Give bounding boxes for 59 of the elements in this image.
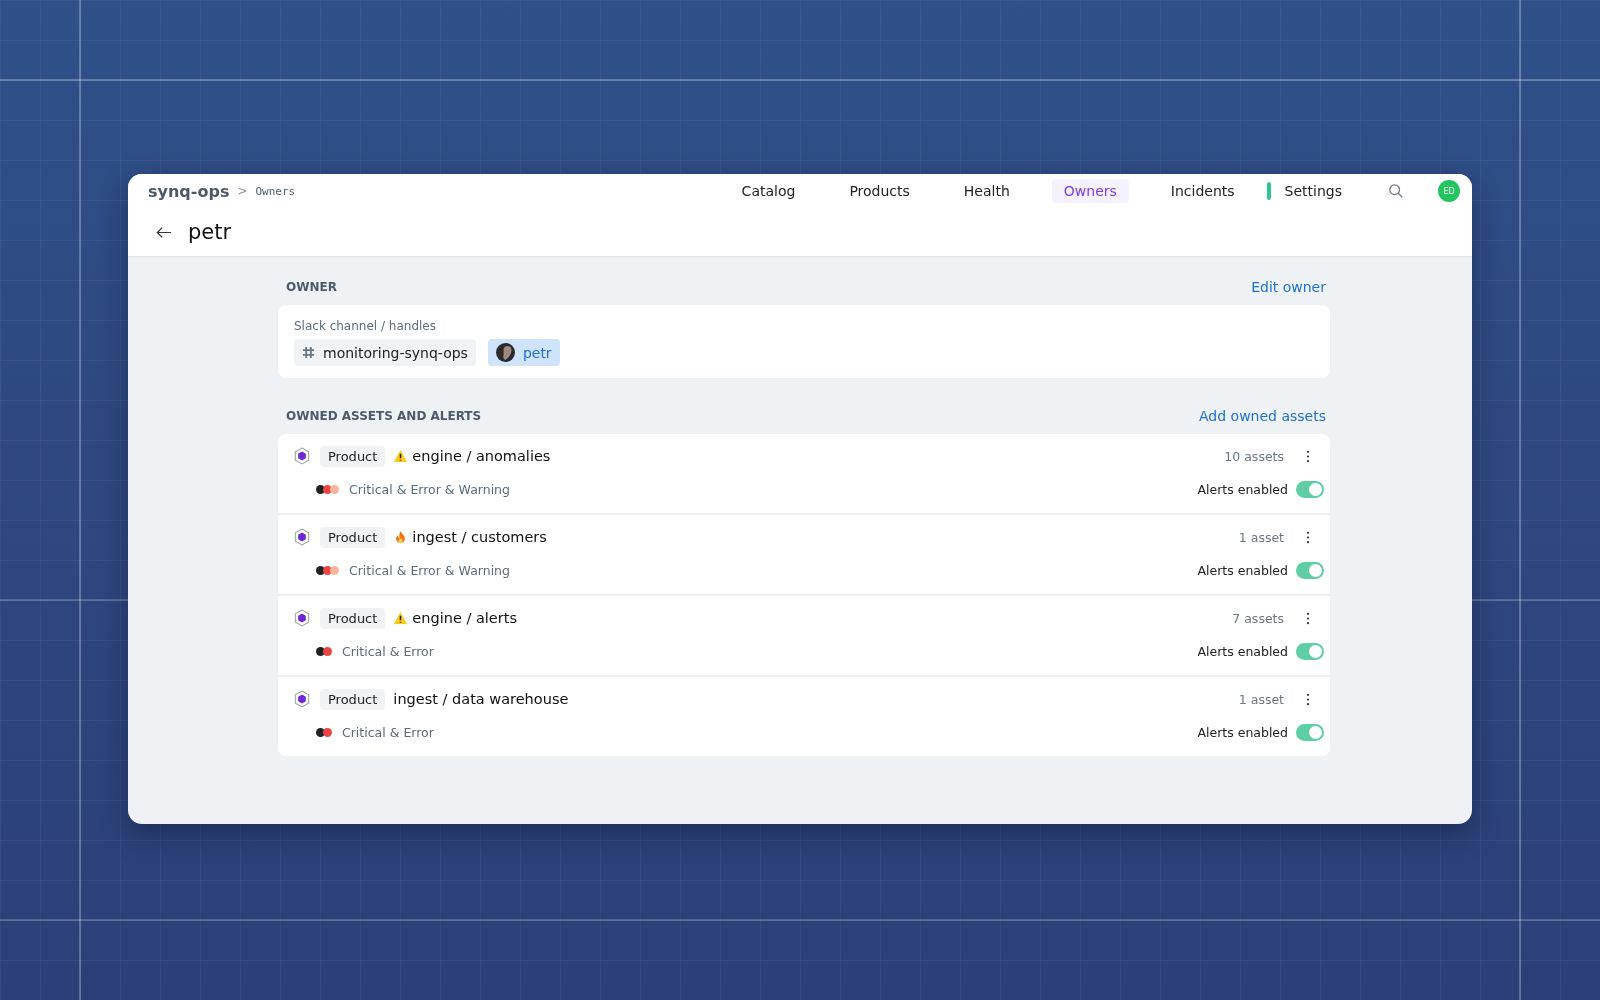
handle-chip[interactable]: monitoring-synq-ops [294, 339, 476, 366]
hexagon-icon [294, 609, 310, 627]
toggle-label: Alerts enabled [1197, 481, 1288, 497]
hexagon-icon [294, 690, 310, 708]
type-tag: Product [320, 688, 386, 710]
breadcrumb-separator: > [237, 184, 248, 198]
nav-tab[interactable]: Products [837, 179, 922, 203]
asset-count: 7 assets [1232, 610, 1284, 626]
nav-tab[interactable]: Incidents [1158, 179, 1247, 203]
workspace-name[interactable]: synq-ops [148, 181, 230, 201]
nav-tab[interactable]: Owners [1051, 179, 1129, 203]
type-tag: Product [320, 607, 386, 629]
severity-text: Critical & Error [342, 724, 434, 740]
type-tag: Product [320, 445, 386, 467]
asset-name[interactable]: ingest / customers [412, 529, 547, 545]
hexagon-icon [294, 447, 310, 465]
alerts-toggle[interactable] [1296, 723, 1324, 741]
alerts-toggle[interactable] [1296, 642, 1324, 660]
page-title: petr [188, 220, 232, 244]
search-icon[interactable] [1388, 183, 1404, 199]
toggle-label: Alerts enabled [1197, 562, 1288, 578]
warning-icon [393, 449, 409, 463]
warning-icon [393, 611, 409, 625]
breadcrumb-page[interactable]: Owners [255, 184, 296, 198]
nav-tab[interactable]: Settings [1272, 179, 1354, 203]
toggle-label: Alerts enabled [1197, 724, 1288, 740]
asset-name[interactable]: engine / anomalies [412, 448, 551, 464]
severity-text: Critical & Error & Warning [349, 481, 510, 497]
toggle-label: Alerts enabled [1197, 643, 1288, 659]
asset-name[interactable]: ingest / data warehouse [393, 691, 569, 707]
hash-icon [302, 346, 315, 359]
edit-owner-link[interactable]: Edit owner [1251, 279, 1326, 295]
more-options-icon[interactable] [1306, 692, 1310, 706]
type-tag: Product [320, 526, 386, 548]
handle-chip[interactable]: petr [487, 339, 560, 366]
section-heading: OWNED ASSETS AND ALERTS [286, 409, 482, 423]
section-heading: OWNER [286, 280, 337, 294]
hexagon-icon [294, 528, 310, 546]
asset-row[interactable]: Product engine / alerts 7 assets Critical & Error Alerts enabled [278, 596, 1330, 677]
asset-count: 1 asset [1238, 529, 1284, 545]
nav-tab[interactable]: Catalog [729, 179, 808, 203]
user-avatar-icon [495, 343, 515, 362]
add-assets-link[interactable]: Add owned assets [1199, 408, 1326, 424]
asset-name[interactable]: engine / alerts [412, 610, 517, 626]
asset-count: 1 asset [1238, 691, 1284, 707]
alerts-toggle[interactable] [1296, 480, 1324, 498]
field-label: Slack channel / handles [294, 319, 437, 333]
severity-text: Critical & Error [342, 643, 434, 659]
alerts-toggle[interactable] [1296, 561, 1324, 579]
more-options-icon[interactable] [1306, 611, 1310, 625]
asset-count: 10 assets [1224, 448, 1284, 464]
severity-text: Critical & Error & Warning [349, 562, 510, 578]
more-options-icon[interactable] [1306, 449, 1310, 463]
asset-row[interactable]: Product engine / anomalies 10 assets Critical & Error & Warning Alerts enabled [278, 434, 1330, 515]
asset-row[interactable]: Product ingest / customers 1 asset Critical & Error & Warning Alerts enabled [278, 515, 1330, 596]
more-options-icon[interactable] [1306, 530, 1310, 544]
asset-row[interactable]: Product ingest / data warehouse 1 asset Critical & Error Alerts enabled [278, 677, 1330, 756]
back-arrow-icon[interactable] [156, 225, 172, 239]
nav-tab[interactable]: Health [951, 179, 1022, 203]
